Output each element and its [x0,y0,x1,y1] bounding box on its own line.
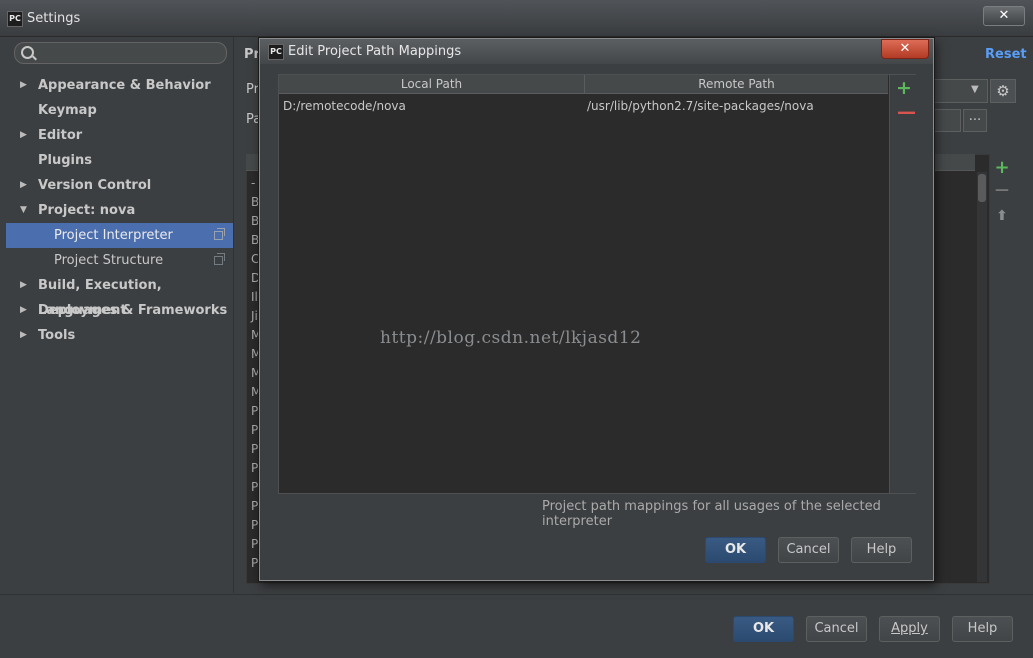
dialog-title: Edit Project Path Mappings [288,44,462,59]
sidebar-item-label: Languages & Frameworks [38,303,228,318]
table-header: Local Path Remote Path [279,75,888,94]
sidebar-item-tools[interactable]: ▶ Tools [6,323,233,348]
interpreter-select[interactable] [928,79,988,103]
sidebar-item-label: Project: nova [38,203,136,218]
mapping-local-path[interactable]: D:/remotecode/nova [283,99,406,113]
sidebar-item-label: Tools [38,328,76,343]
apply-button[interactable]: Apply [879,616,940,642]
sidebar-item-project-structure[interactable]: Project Structure [6,248,233,273]
expand-arrow-icon: ▶ [20,280,27,290]
ok-button[interactable]: OK [733,616,794,642]
sidebar-item-label: Keymap [38,103,97,118]
project-scope-icon [214,228,225,240]
remove-mapping-button[interactable]: — [897,101,916,123]
sidebar-item-label: Project Structure [54,253,164,268]
column-header-remote-path[interactable]: Remote Path [585,77,888,91]
dialog-cancel-button[interactable]: Cancel [778,537,839,563]
scrollbar-thumb[interactable] [978,174,986,202]
packages-scrollbar[interactable] [977,172,987,582]
package-row[interactable]: P [251,518,258,532]
help-button[interactable]: Help [952,616,1013,642]
dialog-ok-button[interactable]: OK [705,537,766,563]
edit-path-mappings-dialog: PC Edit Project Path Mappings ✕ Local Pa… [259,38,934,581]
watermark-text: http://blog.csdn.net/lkjasd12 [380,328,642,348]
reset-link[interactable]: Reset [985,47,1027,62]
package-row[interactable]: P [251,556,258,570]
window-title: Settings [27,11,81,26]
mapping-remote-path[interactable]: /usr/lib/python2.7/site-packages/nova [587,99,814,113]
sidebar-item-editor[interactable]: ▶ Editor [6,123,233,148]
package-row[interactable]: B [251,233,259,247]
sidebar-item-languages-frameworks[interactable]: ▶ Languages & Frameworks [6,298,233,323]
chevron-down-icon: ▼ [971,84,979,95]
package-row[interactable]: Ji [251,309,258,323]
sidebar-item-label: Version Control [38,178,152,193]
add-mapping-button[interactable]: + [896,77,912,99]
settings-titlebar: PC Settings ✕ [0,0,1033,37]
package-row[interactable]: P [251,480,258,494]
pycharm-app-icon: PC [7,11,23,27]
dialog-titlebar: PC Edit Project Path Mappings ✕ [260,39,933,64]
browse-path-mappings-button[interactable]: ... [963,109,987,132]
upgrade-package-button[interactable]: ⬆ [992,208,1012,224]
close-window-button[interactable]: ✕ [983,6,1025,26]
pycharm-app-icon: PC [268,44,284,60]
package-row[interactable]: P [251,423,258,437]
expand-arrow-icon: ▶ [20,80,27,90]
gear-icon[interactable]: ⚙ [990,79,1016,103]
sidebar-item-label: Project Interpreter [54,228,173,243]
dialog-info-text: Project path mappings for all usages of … [542,499,881,529]
settings-search-input[interactable] [14,42,227,64]
sidebar-item-label: Appearance & Behavior [38,78,211,93]
sidebar-item-appearance-behavior[interactable]: ▶ Appearance & Behavior [6,73,233,98]
sidebar-divider [233,37,234,593]
package-row[interactable]: P [251,442,258,456]
package-row[interactable]: B [251,195,259,209]
column-header-local-path[interactable]: Local Path [279,77,584,91]
mapping-toolbar: + — [889,75,916,493]
package-row[interactable]: - [251,176,255,190]
settings-sidebar: ▶ Appearance & Behavior Keymap ▶ Editor … [6,37,233,593]
path-mappings-table: Local Path Remote Path D:/remotecode/nov… [278,74,916,494]
package-row[interactable]: Il [251,290,258,304]
sidebar-item-plugins[interactable]: Plugins [6,148,233,173]
collapse-arrow-icon: ▼ [20,205,27,215]
sidebar-item-label: Plugins [38,153,92,168]
sidebar-item-version-control[interactable]: ▶ Version Control [6,173,233,198]
uninstall-package-button[interactable]: — [992,182,1012,198]
search-icon [21,46,34,59]
settings-footer: OK Cancel Apply Help [0,594,1033,658]
package-row[interactable]: B [251,214,259,228]
sidebar-item-project-nova[interactable]: ▼ Project: nova [6,198,233,223]
interpreter-label: Pr [246,82,259,97]
package-row[interactable]: P [251,537,258,551]
cancel-button[interactable]: Cancel [806,616,867,642]
expand-arrow-icon: ▶ [20,330,27,340]
expand-arrow-icon: ▶ [20,305,27,315]
package-row[interactable]: P [251,461,258,475]
sidebar-item-build-execution-deployment[interactable]: ▶ Build, Execution, Deployment [6,273,233,318]
project-scope-icon [214,253,225,265]
page-title: Pr [244,47,260,62]
expand-arrow-icon: ▶ [20,130,27,140]
package-row[interactable]: P [251,404,258,418]
sidebar-item-label: Editor [38,128,83,143]
install-package-button[interactable]: + [992,157,1012,178]
dialog-help-button[interactable]: Help [851,537,912,563]
close-dialog-button[interactable]: ✕ [881,39,929,59]
expand-arrow-icon: ▶ [20,180,27,190]
sidebar-item-keymap[interactable]: Keymap [6,98,233,123]
sidebar-item-project-interpreter[interactable]: Project Interpreter [6,223,233,248]
package-row[interactable]: P [251,499,258,513]
